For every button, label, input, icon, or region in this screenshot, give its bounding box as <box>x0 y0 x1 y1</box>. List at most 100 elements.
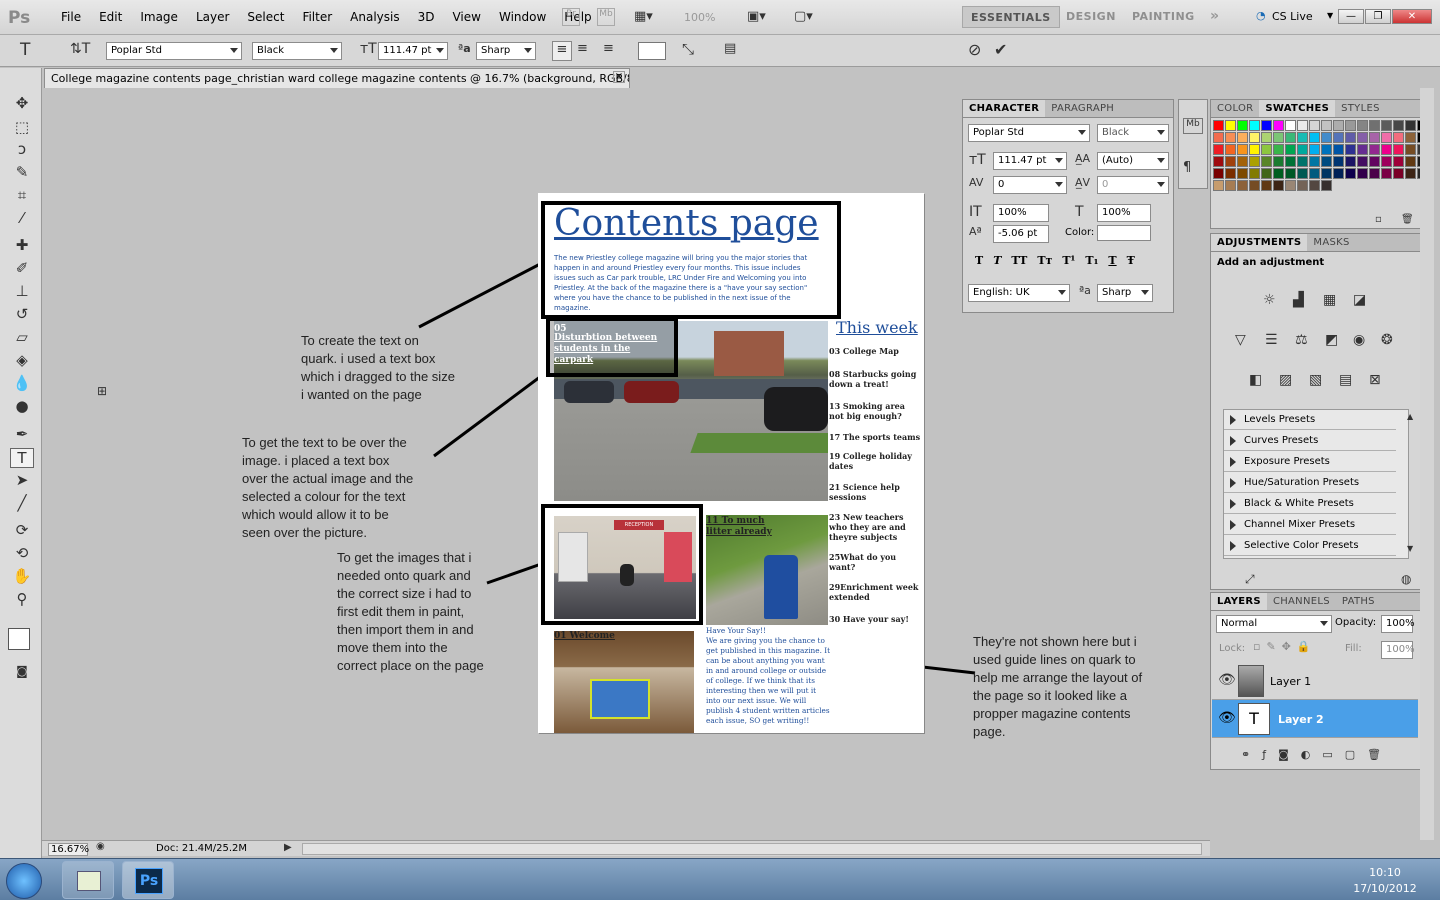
char-tracking-select[interactable]: 0 <box>1097 176 1169 194</box>
char-kerning-select[interactable]: 0 <box>993 176 1067 194</box>
clip-to-layer-icon[interactable]: ◍ <box>1401 572 1411 586</box>
curves-icon[interactable]: ▦ <box>1323 292 1336 308</box>
color-swatch[interactable] <box>1393 168 1404 179</box>
line-tool-icon[interactable]: ╱ <box>10 494 34 514</box>
color-swatch[interactable] <box>1309 180 1320 191</box>
tab-layers[interactable]: LAYERS <box>1211 593 1267 610</box>
taskbar-explorer-icon[interactable] <box>62 861 114 899</box>
color-swatch[interactable] <box>1393 156 1404 167</box>
color-swatch[interactable] <box>1381 120 1392 131</box>
color-swatch[interactable] <box>1273 120 1284 131</box>
preset-selective-color[interactable]: Selective Color Presets <box>1224 536 1396 556</box>
lasso-tool-icon[interactable]: ↄ <box>10 140 34 160</box>
antialias-select[interactable]: Sharp <box>476 42 536 60</box>
color-swatch[interactable] <box>1237 120 1248 131</box>
tab-paragraph[interactable]: PARAGRAPH <box>1045 100 1120 117</box>
color-swatch[interactable] <box>1261 120 1272 131</box>
close-document-icon[interactable]: × <box>613 71 625 83</box>
menu-analysis[interactable]: Analysis <box>341 10 408 24</box>
font-size-select[interactable]: 111.47 pt <box>378 42 448 60</box>
color-swatch[interactable] <box>1369 168 1380 179</box>
color-swatch[interactable] <box>1321 144 1332 155</box>
blur-tool-icon[interactable]: 💧 <box>10 374 34 394</box>
commit-edits-icon[interactable]: ✔ <box>994 40 1007 59</box>
marquee-tool-icon[interactable]: ⬚ <box>10 118 34 138</box>
color-swatch[interactable] <box>1333 132 1344 143</box>
faux-italic-button[interactable]: T <box>993 254 1001 267</box>
vibrance-icon[interactable]: ▽ <box>1235 332 1246 348</box>
preset-levels[interactable]: Levels Presets <box>1224 410 1396 430</box>
swatch-grid[interactable] <box>1213 120 1429 216</box>
color-swatch[interactable] <box>1309 120 1320 131</box>
char-vscale-field[interactable]: 100% <box>993 204 1049 222</box>
color-swatch[interactable] <box>1225 144 1236 155</box>
hue-saturation-icon[interactable]: ☰ <box>1265 332 1278 348</box>
toggle-text-orientation-icon[interactable]: ⇅T <box>70 41 90 57</box>
tab-masks[interactable]: MASKS <box>1307 234 1355 251</box>
color-swatch[interactable] <box>1213 132 1224 143</box>
brush-tool-icon[interactable]: ✐ <box>10 259 34 279</box>
tab-styles[interactable]: STYLES <box>1335 100 1386 117</box>
preset-hue-saturation[interactable]: Hue/Saturation Presets <box>1224 473 1396 493</box>
color-swatch[interactable] <box>1393 120 1404 131</box>
color-swatch[interactable] <box>1405 156 1416 167</box>
color-swatch[interactable] <box>1273 156 1284 167</box>
color-swatch[interactable] <box>1213 180 1224 191</box>
paragraph-panel-icon[interactable]: ¶ <box>1183 160 1191 175</box>
cs-live-dropdown-icon[interactable]: ▼ <box>1327 11 1333 20</box>
menu-3d[interactable]: 3D <box>409 10 444 24</box>
color-swatch[interactable] <box>1333 120 1344 131</box>
color-swatch[interactable] <box>1393 132 1404 143</box>
screen-mode-icon[interactable]: ▢▾ <box>794 9 813 24</box>
color-swatch[interactable] <box>1345 156 1356 167</box>
char-size-select[interactable]: 111.47 pt <box>993 152 1067 170</box>
tab-color[interactable]: COLOR <box>1211 100 1259 117</box>
menu-select[interactable]: Select <box>238 10 293 24</box>
color-swatch[interactable] <box>1405 168 1416 179</box>
color-swatch[interactable] <box>1261 168 1272 179</box>
tab-channels[interactable]: CHANNELS <box>1267 593 1336 610</box>
channel-mixer-icon[interactable]: ❂ <box>1381 332 1393 348</box>
color-swatch[interactable] <box>1357 156 1368 167</box>
preset-black-white[interactable]: Black & White Presets <box>1224 494 1396 514</box>
quick-selection-tool-icon[interactable]: ✎ <box>10 163 34 183</box>
color-swatch[interactable] <box>1225 120 1236 131</box>
color-swatch[interactable] <box>1285 156 1296 167</box>
character-panel-toggle-icon[interactable]: ▤ <box>724 41 736 56</box>
invert-icon[interactable]: ◧ <box>1249 372 1262 388</box>
blend-mode-select[interactable]: Normal <box>1216 615 1332 633</box>
workspace-essentials[interactable]: ESSENTIALS <box>962 6 1060 28</box>
color-swatch[interactable] <box>1225 168 1236 179</box>
more-workspaces-icon[interactable]: » <box>1210 8 1219 24</box>
color-swatch[interactable] <box>1309 168 1320 179</box>
char-antialias-select[interactable]: Sharp <box>1097 284 1153 302</box>
exposure-icon[interactable]: ◪ <box>1353 292 1366 308</box>
hand-tool-icon[interactable]: ✋ <box>10 567 34 587</box>
color-swatch[interactable] <box>1321 120 1332 131</box>
presets-scroll-up-icon[interactable]: ▲ <box>1407 412 1413 421</box>
menu-edit[interactable]: Edit <box>90 10 131 24</box>
color-swatch[interactable] <box>1249 120 1260 131</box>
char-color-swatch[interactable] <box>1097 225 1151 241</box>
color-swatch[interactable] <box>1225 180 1236 191</box>
status-arrow-icon[interactable]: ▶ <box>284 842 292 853</box>
color-swatch[interactable] <box>1345 120 1356 131</box>
arrange-documents-icon[interactable]: ▣▾ <box>747 9 766 24</box>
preset-channel-mixer[interactable]: Channel Mixer Presets <box>1224 515 1396 535</box>
mini-bridge-icon[interactable]: Mb <box>597 8 615 26</box>
color-swatch[interactable] <box>1357 120 1368 131</box>
color-swatch[interactable] <box>1345 168 1356 179</box>
superscript-button[interactable]: T¹ <box>1062 254 1075 267</box>
visibility-eye-icon[interactable]: 👁 <box>1218 672 1236 688</box>
menu-layer[interactable]: Layer <box>187 10 238 24</box>
char-leading-select[interactable]: (Auto) <box>1097 152 1169 170</box>
levels-icon[interactable]: ▟ <box>1293 292 1304 308</box>
color-swatch[interactable] <box>1249 156 1260 167</box>
clone-stamp-tool-icon[interactable]: ⊥ <box>10 282 34 302</box>
new-swatch-icon[interactable]: ▫ <box>1375 214 1382 225</box>
color-swatch[interactable] <box>1357 132 1368 143</box>
dodge-tool-icon[interactable]: ● <box>10 397 34 417</box>
cs-live-button[interactable]: CS Live <box>1272 10 1313 23</box>
color-swatch[interactable] <box>1357 168 1368 179</box>
color-swatch[interactable] <box>1213 144 1224 155</box>
